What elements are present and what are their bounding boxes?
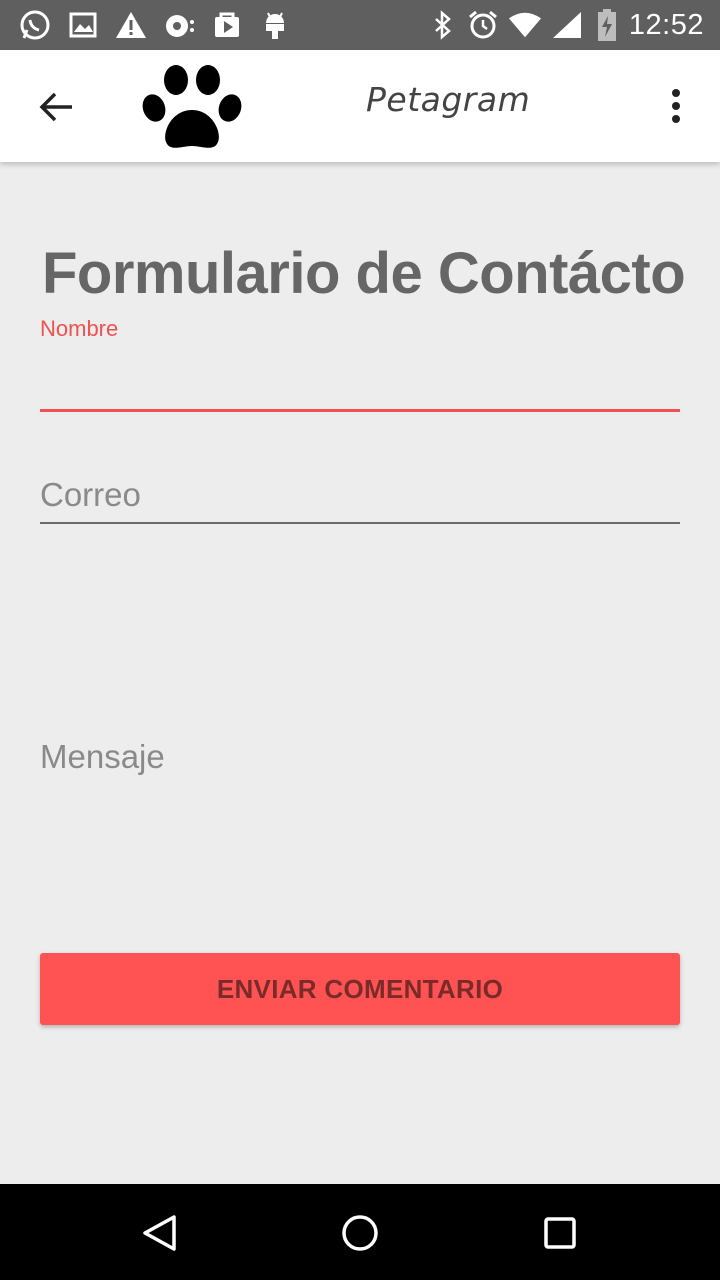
nav-home-icon (342, 1215, 378, 1251)
correo-underline (40, 522, 680, 524)
gallery-icon (66, 8, 100, 42)
signal-icon (550, 8, 584, 42)
form-title: Formulario de Contácto (42, 241, 686, 306)
battery-charging-icon (590, 8, 624, 42)
status-bar: 12:52 (0, 0, 720, 50)
nav-recents-button[interactable] (535, 1208, 585, 1258)
arrow-back-icon (39, 92, 72, 122)
nombre-underline (40, 409, 680, 412)
navigation-bar (0, 1184, 720, 1280)
correo-field[interactable] (40, 470, 680, 520)
nav-back-button[interactable] (135, 1208, 185, 1258)
mensaje-field[interactable] (40, 738, 680, 788)
more-vert-icon (672, 89, 680, 123)
media-icon (162, 8, 196, 42)
nav-home-button[interactable] (335, 1208, 385, 1258)
nombre-label: Nombre (40, 316, 119, 341)
nombre-field[interactable] (40, 346, 680, 408)
nav-back-icon (143, 1215, 176, 1251)
paw-icon (140, 60, 244, 156)
status-time: 12:52 (628, 9, 704, 41)
nav-recents-icon (544, 1217, 576, 1249)
app-bar: Petagram (0, 50, 720, 162)
android-icon (258, 8, 292, 42)
wifi-icon (508, 8, 542, 42)
send-comment-button[interactable]: ENVIAR COMENTARIO (40, 953, 680, 1025)
whatsapp-icon (18, 8, 52, 42)
play-store-icon (210, 8, 244, 42)
alarm-icon (466, 8, 500, 42)
back-button[interactable] (28, 79, 84, 135)
bluetooth-icon (426, 8, 460, 42)
app-title: Petagram (366, 80, 531, 119)
overflow-menu-button[interactable] (654, 78, 698, 134)
warning-icon (114, 8, 148, 42)
